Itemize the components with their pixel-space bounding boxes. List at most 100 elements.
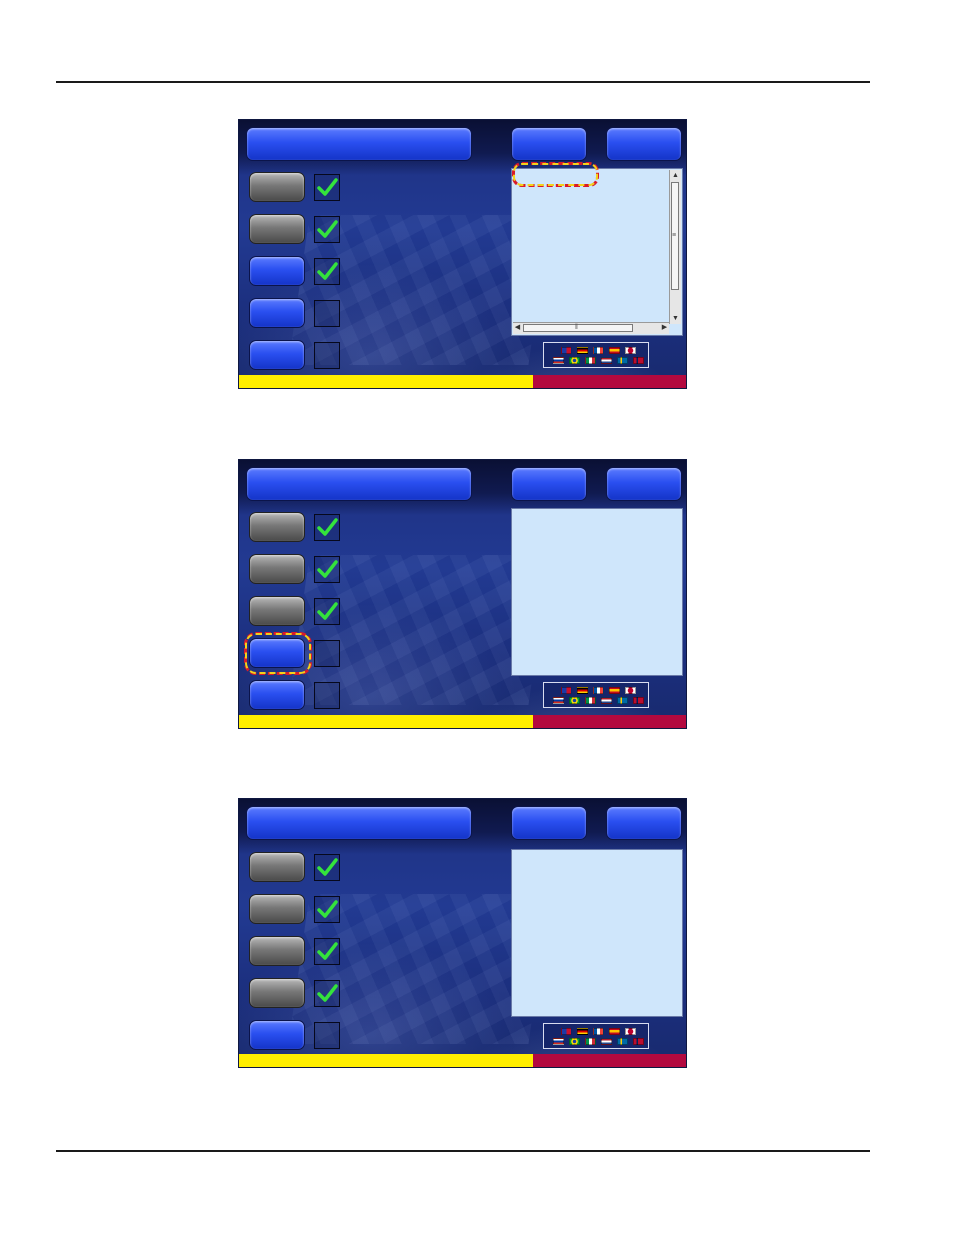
- russia-flag-icon[interactable]: [553, 357, 564, 364]
- scroll-right-icon[interactable]: ▶: [660, 323, 669, 332]
- scroll-left-icon[interactable]: ◀: [513, 323, 522, 332]
- step-button-1[interactable]: [249, 512, 305, 542]
- step-button-3[interactable]: [249, 936, 305, 966]
- status-bar-red: [533, 715, 686, 728]
- step-button-3[interactable]: [249, 256, 305, 286]
- step-checkbox-2: [314, 896, 340, 923]
- step-button-5[interactable]: [249, 340, 305, 370]
- language-flags: [543, 1023, 649, 1049]
- germany-flag-icon[interactable]: [577, 1028, 588, 1035]
- step-checkbox-5: [314, 682, 340, 709]
- france-flag-icon[interactable]: [593, 1028, 604, 1035]
- language-flags: [543, 342, 649, 368]
- step-checkbox-4: [314, 300, 340, 327]
- spain-flag-icon[interactable]: [609, 687, 620, 694]
- step-button-5[interactable]: [249, 680, 305, 710]
- setup-screen-2: [238, 459, 687, 729]
- top-button-1[interactable]: [511, 127, 587, 161]
- step-button-3[interactable]: [249, 596, 305, 626]
- russia-flag-icon[interactable]: [553, 1038, 564, 1045]
- spain-flag-icon[interactable]: [609, 1028, 620, 1035]
- step-checkbox-2: [314, 556, 340, 583]
- step-button-2[interactable]: [249, 894, 305, 924]
- step-checkbox-3: [314, 598, 340, 625]
- netherlands-flag-icon[interactable]: [601, 357, 612, 364]
- grip-icon: ‖: [575, 324, 578, 331]
- setup-screen-3: [238, 798, 687, 1068]
- list-panel[interactable]: [511, 508, 683, 676]
- germany-flag-icon[interactable]: [577, 687, 588, 694]
- step-button-5[interactable]: [249, 1020, 305, 1050]
- footer-rule: [56, 1150, 870, 1152]
- setup-screen-1: ▲ ≡ ▼ ◀ ‖ ▶: [238, 119, 687, 389]
- germany-flag-icon[interactable]: [577, 347, 588, 354]
- step-button-4[interactable]: [249, 298, 305, 328]
- top-button-2[interactable]: [606, 806, 682, 840]
- green-checkmark-icon: [317, 560, 338, 578]
- sweden-flag-icon[interactable]: [617, 1038, 628, 1045]
- japan-flag-icon[interactable]: [625, 1028, 636, 1035]
- france-flag-icon[interactable]: [593, 347, 604, 354]
- green-checkmark-icon: [317, 178, 338, 196]
- norway-flag-icon[interactable]: [633, 357, 644, 364]
- step-button-1[interactable]: [249, 172, 305, 202]
- step-button-2[interactable]: [249, 214, 305, 244]
- step-checkbox-5: [314, 342, 340, 369]
- us-uk-flag-icon[interactable]: [561, 1028, 572, 1035]
- us-uk-flag-icon[interactable]: [561, 687, 572, 694]
- green-checkmark-icon: [317, 220, 338, 238]
- title-button[interactable]: [246, 127, 472, 161]
- green-checkmark-icon: [317, 602, 338, 620]
- japan-flag-icon[interactable]: [625, 347, 636, 354]
- title-button[interactable]: [246, 806, 472, 840]
- green-checkmark-icon: [317, 900, 338, 918]
- top-button-1[interactable]: [511, 806, 587, 840]
- norway-flag-icon[interactable]: [633, 697, 644, 704]
- list-panel[interactable]: ▲ ≡ ▼ ◀ ‖ ▶: [511, 168, 683, 336]
- step-button-2[interactable]: [249, 554, 305, 584]
- us-uk-flag-icon[interactable]: [561, 347, 572, 354]
- green-checkmark-icon: [317, 858, 338, 876]
- status-bar-yellow: [239, 1054, 533, 1067]
- highlight-marker: [244, 632, 312, 675]
- list-panel[interactable]: [511, 849, 683, 1017]
- top-button-2[interactable]: [606, 467, 682, 501]
- title-button[interactable]: [246, 467, 472, 501]
- france-flag-icon[interactable]: [593, 687, 604, 694]
- green-checkmark-icon: [317, 942, 338, 960]
- step-button-4[interactable]: [249, 978, 305, 1008]
- status-bar-yellow: [239, 715, 533, 728]
- italy-flag-icon[interactable]: [585, 1038, 596, 1045]
- netherlands-flag-icon[interactable]: [601, 1038, 612, 1045]
- top-button-1[interactable]: [511, 467, 587, 501]
- step-checkbox-3: [314, 258, 340, 285]
- horizontal-scrollbar[interactable]: ◀ ‖ ▶: [513, 322, 669, 334]
- netherlands-flag-icon[interactable]: [601, 697, 612, 704]
- step-button-1[interactable]: [249, 852, 305, 882]
- brazil-flag-icon[interactable]: [569, 357, 580, 364]
- scroll-down-icon[interactable]: ▼: [671, 314, 680, 323]
- grip-icon: ≡: [672, 232, 677, 239]
- italy-flag-icon[interactable]: [585, 697, 596, 704]
- step-checkbox-4: [314, 640, 340, 667]
- norway-flag-icon[interactable]: [633, 1038, 644, 1045]
- top-button-2[interactable]: [606, 127, 682, 161]
- status-bar-yellow: [239, 375, 533, 388]
- japan-flag-icon[interactable]: [625, 687, 636, 694]
- italy-flag-icon[interactable]: [585, 357, 596, 364]
- sweden-flag-icon[interactable]: [617, 357, 628, 364]
- vertical-scrollbar[interactable]: ▲ ≡ ▼: [669, 170, 681, 324]
- status-bar-red: [533, 1054, 686, 1067]
- brazil-flag-icon[interactable]: [569, 1038, 580, 1045]
- russia-flag-icon[interactable]: [553, 697, 564, 704]
- sweden-flag-icon[interactable]: [617, 697, 628, 704]
- step-checkbox-1: [314, 854, 340, 881]
- step-checkbox-4: [314, 980, 340, 1007]
- step-checkbox-3: [314, 938, 340, 965]
- spain-flag-icon[interactable]: [609, 347, 620, 354]
- step-checkbox-1: [314, 174, 340, 201]
- scroll-up-icon[interactable]: ▲: [671, 171, 680, 180]
- horizontal-scroll-thumb[interactable]: [523, 324, 633, 332]
- status-bar-red: [533, 375, 686, 388]
- brazil-flag-icon[interactable]: [569, 697, 580, 704]
